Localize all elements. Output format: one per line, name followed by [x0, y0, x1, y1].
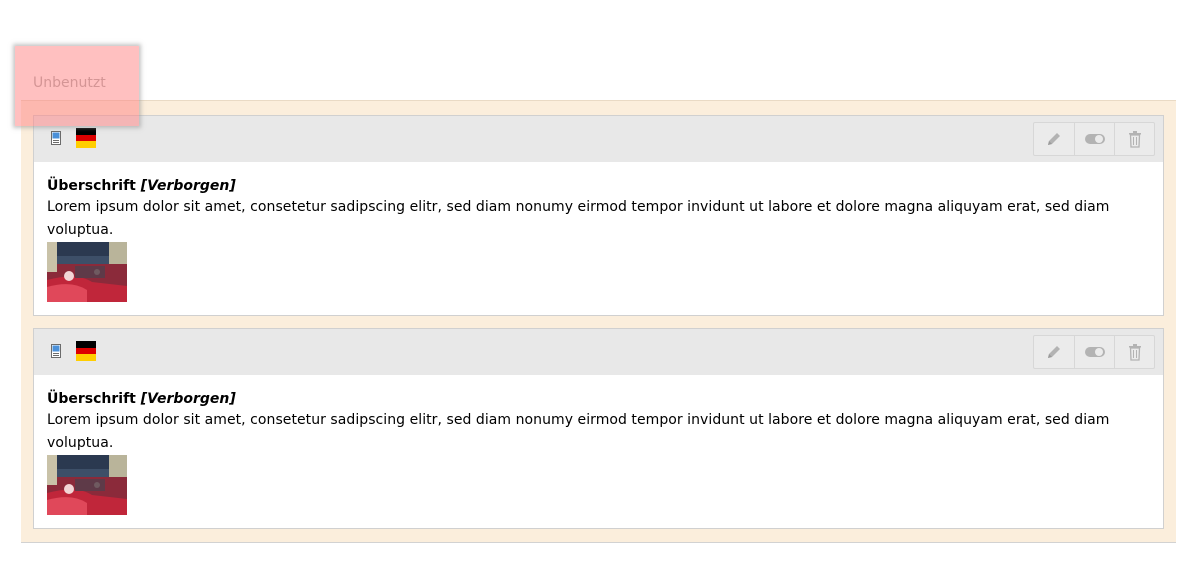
element-title: Überschrift [Verborgen]	[47, 177, 1150, 195]
hidden-label: [Verborgen]	[140, 178, 236, 194]
pencil-icon	[1048, 346, 1060, 358]
de-flag-icon	[76, 128, 96, 149]
content-element: Überschrift [Verborgen] Lorem ipsum dolo…	[33, 115, 1164, 316]
page-module-layout: Unbenutzt Überschrift [Verborgen] Lorem …	[0, 0, 1200, 587]
image-thumbnail	[47, 455, 127, 515]
hidden-label: [Verborgen]	[140, 391, 236, 407]
text-media-icon[interactable]	[51, 344, 61, 358]
content-element: Überschrift [Verborgen] Lorem ipsum dolo…	[33, 328, 1164, 529]
column-unbenutzt: Überschrift [Verborgen] Lorem ipsum dolo…	[21, 101, 1176, 543]
image-thumbnail	[47, 242, 127, 302]
element-title: Überschrift [Verborgen]	[47, 390, 1150, 408]
toggle-icon	[1084, 347, 1105, 357]
de-flag-icon	[76, 341, 96, 362]
text-media-icon[interactable]	[51, 131, 61, 145]
column-tab-unbenutzt[interactable]: Unbenutzt	[20, 66, 120, 100]
edit-button[interactable]	[1034, 336, 1074, 368]
element-heading: Überschrift	[47, 391, 136, 407]
element-actions	[1033, 122, 1155, 156]
toggle-visibility-button[interactable]	[1074, 123, 1114, 155]
element-bodytext: Lorem ipsum dolor sit amet, consetetur s…	[47, 412, 1110, 451]
trash-icon	[1128, 344, 1141, 361]
trash-icon	[1128, 131, 1141, 148]
edit-button[interactable]	[1034, 123, 1074, 155]
element-bodytext: Lorem ipsum dolor sit amet, consetetur s…	[47, 199, 1110, 238]
content-element-body[interactable]: Überschrift [Verborgen] Lorem ipsum dolo…	[34, 375, 1163, 515]
content-element-header	[34, 116, 1163, 162]
element-heading: Überschrift	[47, 178, 136, 194]
content-element-body[interactable]: Überschrift [Verborgen] Lorem ipsum dolo…	[34, 162, 1163, 302]
delete-button[interactable]	[1114, 336, 1154, 368]
delete-button[interactable]	[1114, 123, 1154, 155]
pencil-icon	[1048, 133, 1060, 145]
toggle-visibility-button[interactable]	[1074, 336, 1114, 368]
content-element-header	[34, 329, 1163, 375]
toggle-icon	[1084, 134, 1105, 144]
element-actions	[1033, 335, 1155, 369]
column-tab-label: Unbenutzt	[33, 75, 106, 91]
